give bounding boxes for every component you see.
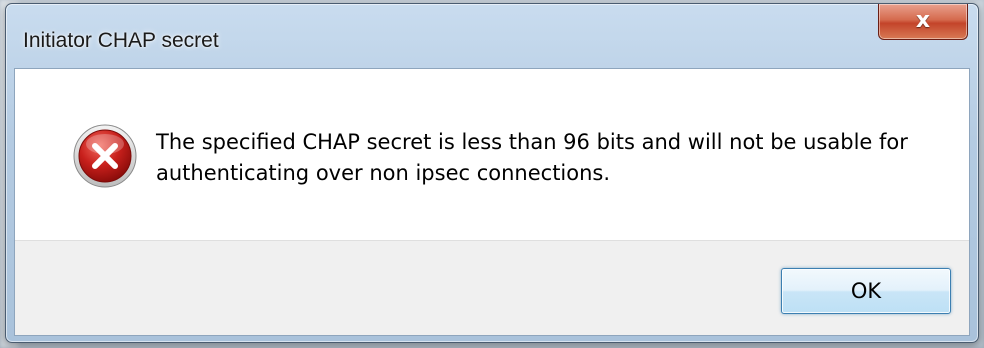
message-text: The specified CHAP secret is less than 9… (156, 130, 908, 185)
dialog-content: The specified CHAP secret is less than 9… (14, 68, 970, 336)
message-area: The specified CHAP secret is less than 9… (15, 69, 969, 241)
window-title: Initiator CHAP secret (23, 29, 219, 52)
button-bar: OK (15, 240, 969, 335)
message-dialog: Initiator CHAP secret x The specified CH… (5, 3, 979, 343)
close-icon: x (915, 8, 931, 33)
error-icon (73, 124, 137, 188)
title-bar[interactable]: Initiator CHAP secret x (6, 4, 978, 68)
ok-button[interactable]: OK (781, 268, 951, 314)
close-button[interactable]: x (878, 4, 968, 40)
